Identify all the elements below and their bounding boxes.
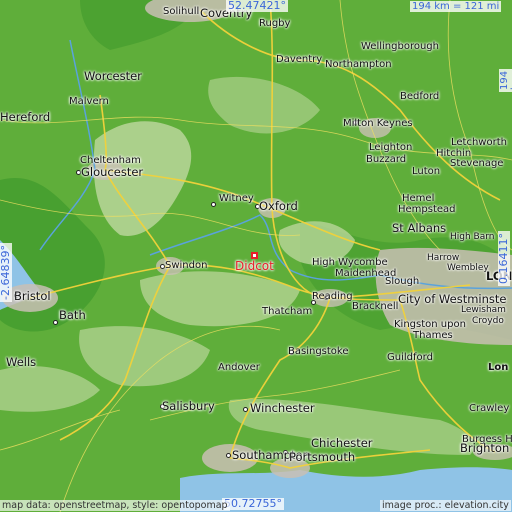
place-label-solihull[interactable]: Solihull [163, 6, 199, 17]
place-label-high-barnet[interactable]: High Barn [450, 232, 494, 242]
place-dot [211, 202, 216, 207]
place-label-reading[interactable]: Reading [312, 291, 353, 302]
place-label-hereford[interactable]: Hereford [0, 111, 50, 123]
focus-place-label[interactable]: Didcot [235, 260, 274, 273]
coord-top: 52.47421° [226, 0, 288, 12]
place-label-chichester[interactable]: Chichester [311, 437, 373, 449]
place-dot [243, 407, 248, 412]
place-label-milton-keynes[interactable]: Milton Keynes [343, 118, 413, 129]
coord-left: -2.64839° [0, 243, 12, 302]
place-label-wembley[interactable]: Wembley [447, 263, 489, 273]
place-label-andover[interactable]: Andover [218, 362, 260, 373]
place-label-thatcham[interactable]: Thatcham [262, 306, 312, 317]
place-label-crawley[interactable]: Crawley [469, 403, 509, 414]
place-label-malvern[interactable]: Malvern [69, 96, 109, 107]
elevation-map[interactable]: Didcot Solihull Coventry Rugby Wellingbo… [0, 0, 512, 512]
place-label-witney[interactable]: Witney [219, 193, 254, 204]
focus-marker [251, 252, 258, 259]
place-label-bath[interactable]: Bath [59, 309, 86, 321]
place-label-winchester[interactable]: Winchester [250, 402, 315, 414]
place-label-harrow[interactable]: Harrow [427, 253, 459, 263]
place-label-letchworth[interactable]: Letchworth [451, 137, 507, 148]
place-label-st-albans[interactable]: St Albans [392, 222, 446, 234]
place-label-gloucester[interactable]: Gloucester [81, 166, 143, 178]
place-label-basingstoke[interactable]: Basingstoke [288, 346, 349, 357]
place-label-guildford[interactable]: Guildford [387, 352, 433, 363]
place-label-brighton[interactable]: Brighton [460, 442, 509, 454]
coord-bottom: 50.72755° [222, 497, 284, 510]
place-label-wellingborough[interactable]: Wellingborough [361, 41, 439, 52]
place-label-wells[interactable]: Wells [6, 356, 36, 368]
place-label-leighton-1[interactable]: Leighton [369, 142, 412, 153]
place-label-stevenage[interactable]: Stevenage [450, 158, 503, 169]
place-label-croydon[interactable]: Croydo [472, 316, 504, 326]
place-label-high-wycombe[interactable]: High Wycombe [312, 257, 388, 268]
place-label-luton[interactable]: Luton [412, 166, 440, 177]
scale-vertical: 194 km = 121 mi [499, 68, 512, 92]
place-label-westminster[interactable]: City of Westminste [398, 293, 506, 305]
place-label-swindon[interactable]: Swindon [165, 260, 207, 271]
place-label-hemel-1[interactable]: Hemel [402, 193, 434, 204]
place-label-leighton-2[interactable]: Buzzard [366, 154, 406, 165]
place-label-thames[interactable]: Thames [413, 330, 453, 341]
place-dot [53, 320, 58, 325]
place-label-salisbury[interactable]: Salisbury [162, 400, 215, 412]
place-label-northampton[interactable]: Northampton [325, 59, 392, 70]
place-label-portsmouth[interactable]: Portsmouth [289, 451, 355, 463]
place-label-bracknell[interactable]: Bracknell [352, 301, 398, 312]
place-label-slough[interactable]: Slough [385, 276, 419, 287]
place-label-daventry[interactable]: Daventry [276, 54, 322, 65]
place-label-oxford[interactable]: Oxford [259, 200, 298, 212]
place-label-edge-east[interactable]: Lon [488, 362, 508, 373]
place-label-worcester[interactable]: Worcester [84, 70, 142, 82]
place-label-rugby[interactable]: Rugby [259, 18, 290, 29]
place-label-bedford[interactable]: Bedford [400, 91, 439, 102]
place-label-hemel-2[interactable]: Hempstead [398, 204, 456, 215]
scale-horizontal: 194 km = 121 mi [410, 1, 502, 12]
map-credit: map data: openstreetmap, style: opentopo… [0, 500, 230, 511]
place-label-bristol[interactable]: Bristol [14, 290, 51, 302]
place-label-kingston[interactable]: Kingston upon [394, 319, 466, 330]
processing-credit: image proc.: elevation.city [380, 500, 511, 511]
coord-right: 0.16411° [497, 231, 510, 286]
place-label-lewisham[interactable]: Lewisham [461, 305, 506, 315]
place-dot [226, 453, 231, 458]
